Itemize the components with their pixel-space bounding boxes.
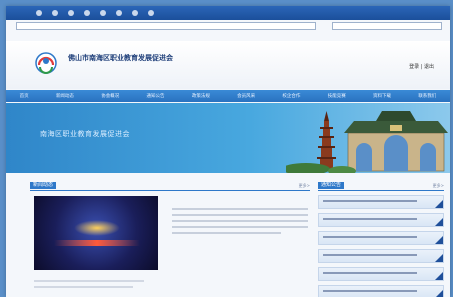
corner-arrow-icon	[435, 236, 443, 244]
nav-item[interactable]: 首页	[20, 93, 29, 99]
corner-arrow-icon	[435, 200, 443, 208]
notice-column: 通知公告 更多>	[318, 182, 444, 297]
address-bar[interactable]	[16, 22, 316, 30]
stage-banner	[54, 240, 140, 246]
notice-item[interactable]	[318, 285, 444, 297]
notice-section-header: 通知公告 更多>	[318, 182, 444, 191]
browser-toolbar	[6, 6, 450, 20]
history-icon[interactable]	[116, 10, 122, 16]
news-list	[34, 280, 308, 292]
notice-item[interactable]	[318, 249, 444, 263]
nav-item[interactable]: 技能竞赛	[328, 93, 346, 99]
nav-item[interactable]: 资料下载	[373, 93, 391, 99]
main-nav: 首页 新闻动态 协会概况 通知公告 政策法规 会员风采 校企合作 技能竞赛 资料…	[6, 90, 450, 102]
news-column: 新闻动态 更多>	[30, 182, 310, 288]
nav-item[interactable]: 协会概况	[101, 93, 119, 99]
nav-item[interactable]: 会员风采	[237, 93, 255, 99]
news-section-header: 新闻动态 更多>	[30, 182, 310, 191]
nav-item[interactable]: 校企合作	[282, 93, 300, 99]
banner-text: 南海区职业教育发展促进会	[40, 130, 130, 138]
site-title: 佛山市南海区职业教育发展促进会	[68, 54, 173, 62]
notice-item[interactable]	[318, 231, 444, 245]
corner-arrow-icon	[435, 254, 443, 262]
nav-item[interactable]: 通知公告	[147, 93, 165, 99]
notice-item[interactable]	[318, 195, 444, 209]
nav-item[interactable]: 新闻动态	[56, 93, 74, 99]
site-header: 佛山市南海区职业教育发展促进会 登录 | 退出	[6, 41, 450, 89]
forward-icon[interactable]	[52, 10, 58, 16]
favorites-icon[interactable]	[100, 10, 106, 16]
site-logo-icon	[35, 52, 57, 74]
notice-section-title: 通知公告	[318, 182, 345, 189]
corner-arrow-icon	[435, 290, 443, 297]
news-section-title: 新闻动态	[30, 182, 57, 189]
corner-arrow-icon	[435, 272, 443, 280]
nav-item[interactable]: 联系我们	[418, 93, 436, 99]
hero-banner: 南海区职业教育发展促进会	[6, 103, 450, 173]
browser-search-input[interactable]	[332, 22, 442, 30]
mail-icon[interactable]	[132, 10, 138, 16]
news-summary	[172, 208, 308, 238]
news-more-link[interactable]: 更多>	[299, 183, 310, 189]
refresh-icon[interactable]	[68, 10, 74, 16]
corner-arrow-icon	[435, 218, 443, 226]
notice-more-link[interactable]: 更多>	[433, 183, 444, 189]
pagoda-archway-illustration	[286, 111, 448, 173]
notice-item[interactable]	[318, 213, 444, 227]
notice-item[interactable]	[318, 267, 444, 281]
home-icon[interactable]	[84, 10, 90, 16]
back-icon[interactable]	[36, 10, 42, 16]
print-icon[interactable]	[148, 10, 154, 16]
news-photo[interactable]	[34, 196, 158, 270]
stage-light	[74, 220, 120, 236]
browser-window: 佛山市南海区职业教育发展促进会 登录 | 退出 首页 新闻动态 协会概况 通知公…	[6, 6, 450, 297]
header-links[interactable]: 登录 | 退出	[409, 63, 434, 70]
nav-item[interactable]: 政策法规	[192, 93, 210, 99]
content-area: 新闻动态 更多> 通知公告 更多>	[6, 174, 450, 297]
